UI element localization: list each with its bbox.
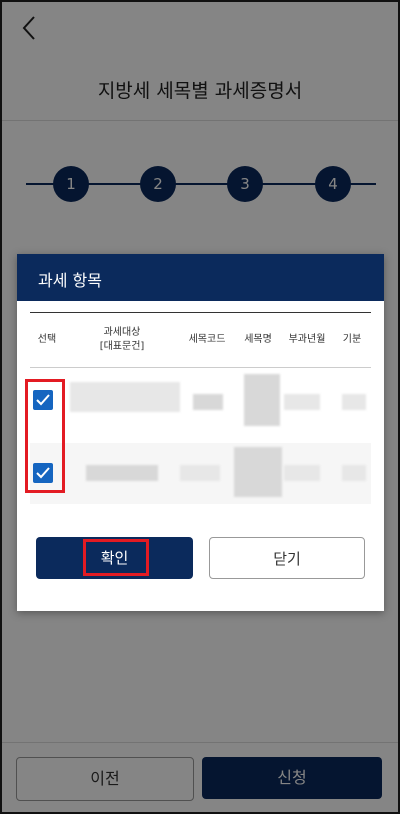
checkbox-highlight <box>25 379 65 493</box>
confirm-highlight <box>83 539 149 576</box>
col-target: 과세대상 [대표문건] <box>99 327 145 352</box>
redacted-tax-name <box>244 374 280 426</box>
modal-title: 과세 항목 <box>38 271 102 290</box>
redacted-levy-date <box>284 394 320 410</box>
redacted-target <box>86 465 158 481</box>
redacted-levy-date <box>284 465 320 481</box>
redacted-tax-name <box>234 447 282 497</box>
col-tax-code: 세목코드 <box>188 334 226 345</box>
modal-header: 과세 항목 <box>17 254 384 301</box>
redacted-target <box>70 382 180 412</box>
redacted-period <box>342 394 366 410</box>
redacted-tax-code <box>193 394 223 410</box>
table-row <box>30 368 371 429</box>
col-select: 선택 <box>37 334 57 345</box>
redacted-period <box>342 465 366 481</box>
col-period: 기분 <box>342 334 362 345</box>
col-tax-name: 세목명 <box>244 334 272 345</box>
col-levy-date: 부과년월 <box>288 334 326 345</box>
redacted-tax-code <box>180 465 220 481</box>
app-screen: 지방세 세목별 과세증명서 1 2 3 4 이전 신청 과세 항목 선택 과세대… <box>0 0 400 814</box>
table-row <box>30 443 371 504</box>
close-button[interactable]: 닫기 <box>209 537 365 579</box>
table-header: 선택 과세대상 [대표문건] 세목코드 세목명 부과년월 기분 <box>30 312 371 368</box>
tax-items-modal: 과세 항목 선택 과세대상 [대표문건] 세목코드 세목명 부과년월 기분 확인… <box>17 254 384 611</box>
